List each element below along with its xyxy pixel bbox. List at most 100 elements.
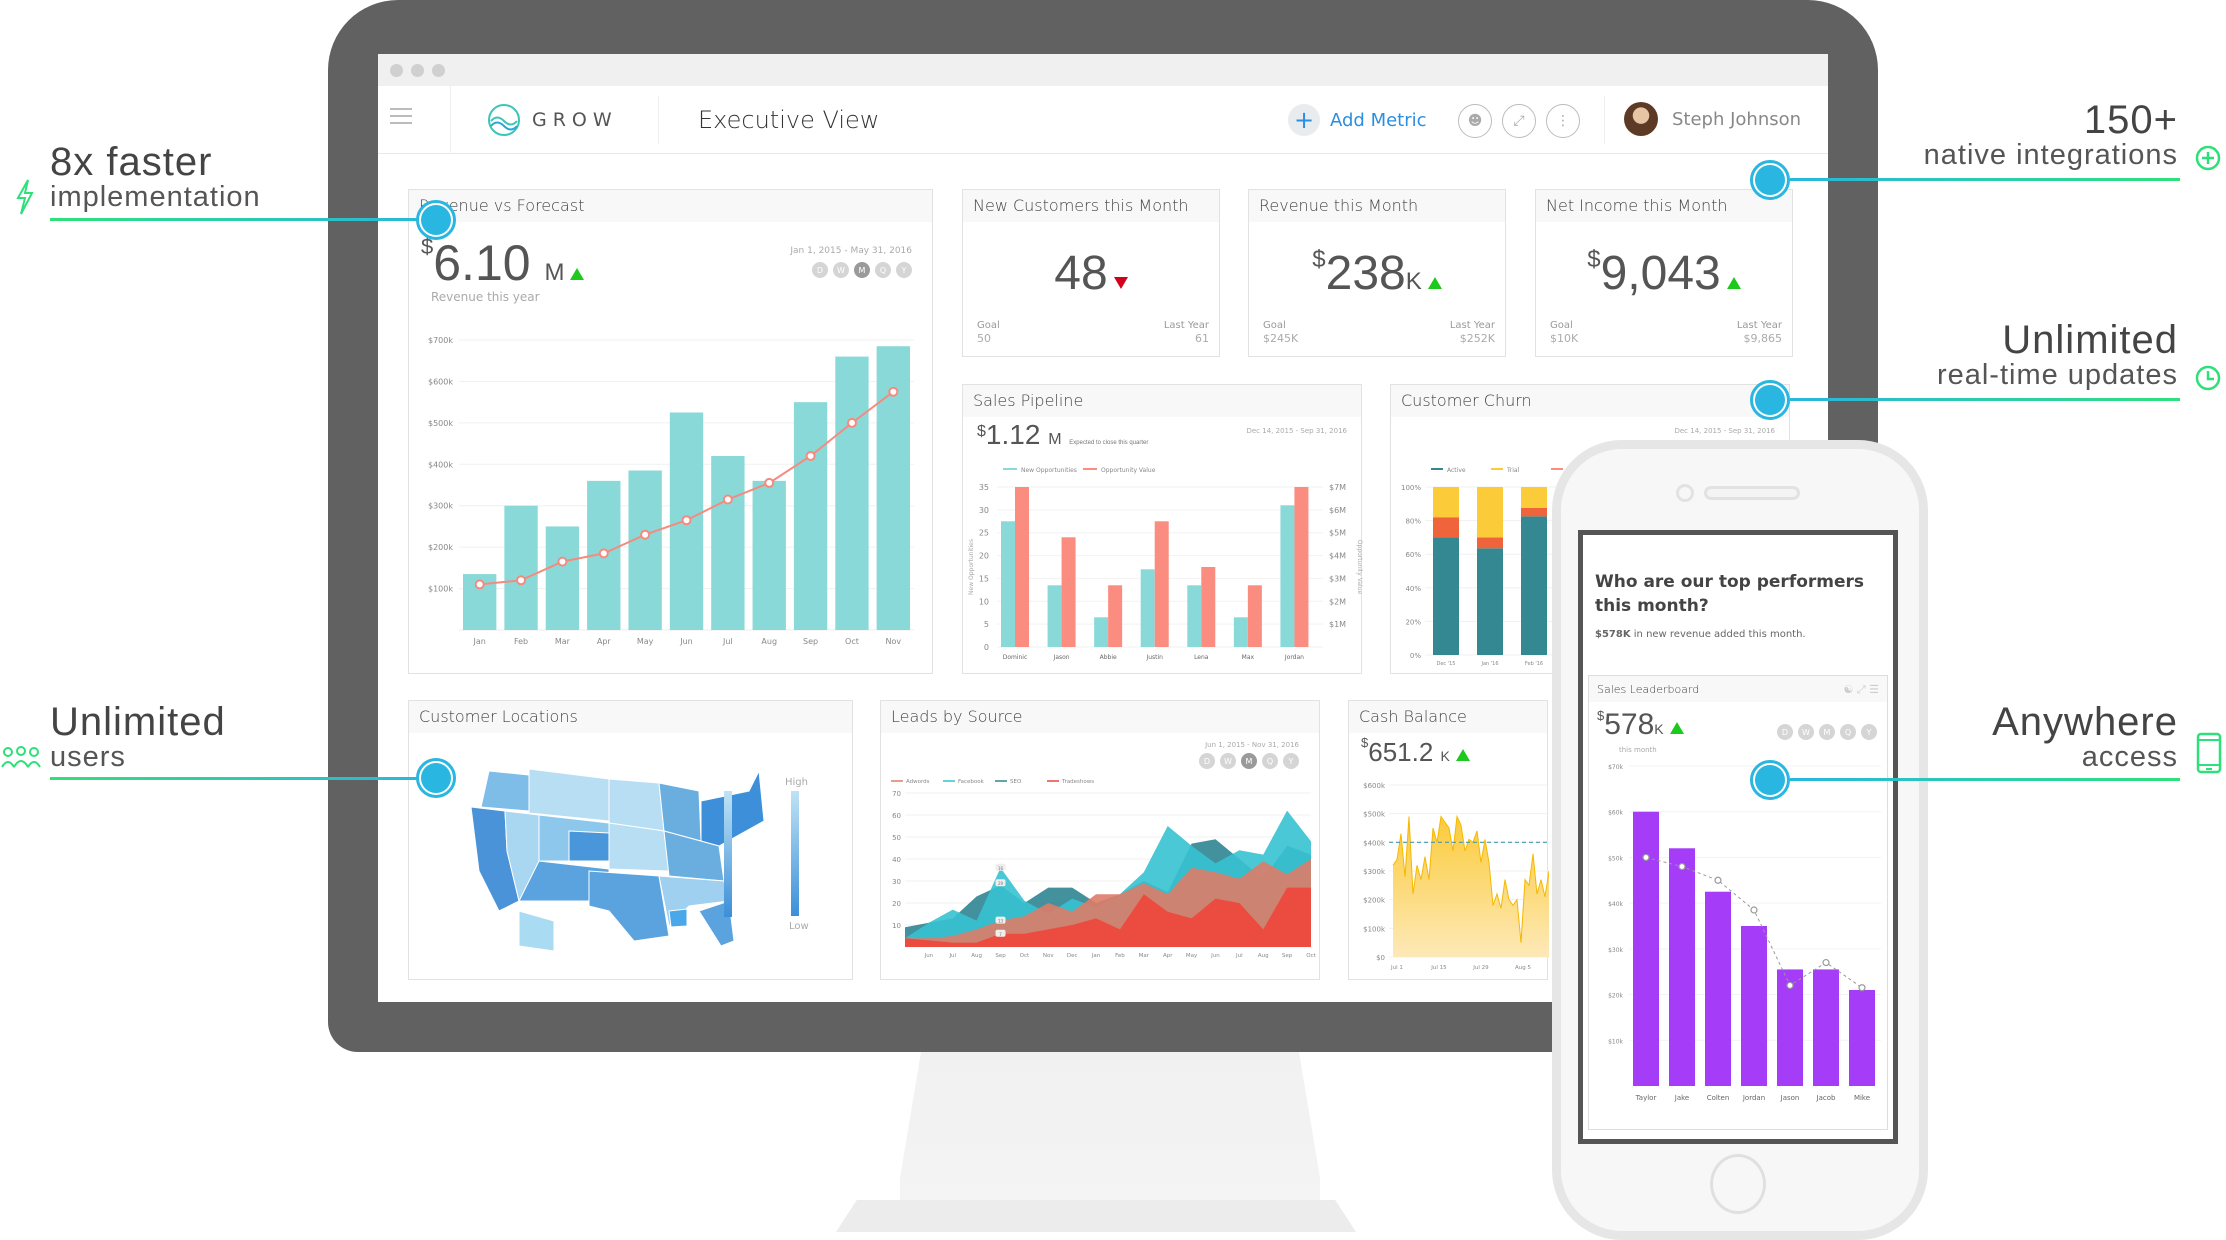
hotspot-mobile[interactable] — [1750, 760, 1790, 800]
grow-logo[interactable]: GROW — [486, 102, 618, 138]
period-q-button[interactable]: Q — [875, 262, 891, 278]
period-w-button[interactable]: W — [1798, 724, 1814, 740]
leaderboard-value: 578 — [1604, 708, 1655, 741]
callout-subtitle: users — [50, 741, 126, 773]
us-choropleth-map[interactable] — [459, 751, 769, 961]
map-legend-bar — [791, 791, 799, 916]
expand-icon[interactable]: ⤢ — [1857, 683, 1866, 696]
tooltip-label: 29 — [998, 881, 1004, 886]
leaderboard-bar — [1849, 990, 1875, 1086]
legend-label: Adwords — [906, 779, 930, 785]
revenue-bar — [504, 505, 538, 630]
more-options-button[interactable]: ⋮ — [1546, 104, 1580, 138]
period-d-button[interactable]: D — [812, 262, 828, 278]
period-m-button[interactable]: M — [1819, 724, 1835, 740]
x-tick-label: Sep — [803, 637, 818, 646]
callout-subtitle: real-time updates — [1936, 359, 2178, 391]
pipeline-chart: New Opportunities Opportunity Value 0 5 10 15… — [968, 467, 1363, 661]
map-state[interactable] — [700, 769, 765, 847]
phone-home-button[interactable] — [1710, 1154, 1766, 1214]
period-q-button[interactable]: Q — [1840, 724, 1856, 740]
grow-logo-icon — [488, 104, 520, 136]
menu-icon[interactable] — [390, 108, 412, 124]
monitor-stand-base — [836, 1200, 1356, 1232]
map-state[interactable] — [480, 770, 530, 812]
share-user-button[interactable]: ☻ — [1458, 104, 1492, 138]
y-tick-label: 50 — [892, 834, 901, 842]
legend-low: Low — [789, 921, 809, 932]
leaderboard-bar — [1633, 811, 1659, 1086]
map-state[interactable] — [588, 870, 670, 942]
period-selector: DWMQY — [1777, 724, 1877, 740]
cash-chart: $0 $100k $200k $300k $400k $500k $600k Jul 1 Jul… — [1363, 782, 1549, 971]
forecast-point — [888, 386, 899, 397]
period-y-button[interactable]: Y — [896, 262, 912, 278]
period-y-button[interactable]: Y — [1861, 724, 1877, 740]
x-tick-label: Oct — [845, 637, 859, 646]
kpi-number: 48 — [1054, 247, 1108, 300]
y-tick-label: $30k — [1608, 947, 1623, 954]
fullscreen-button[interactable]: ⤢ — [1502, 104, 1536, 138]
leaderboard-total: $578K — [1597, 708, 1684, 742]
period-m-button[interactable]: M — [854, 262, 870, 278]
new-opportunities-bar — [1280, 505, 1295, 647]
forecast-point — [764, 477, 775, 488]
leaderboard-caption: this month — [1619, 746, 1657, 754]
callout-title: Unlimited — [2002, 318, 2178, 362]
hotspot-locations[interactable] — [416, 758, 456, 798]
y-tick-label: $300k — [428, 502, 453, 511]
period-d-button[interactable]: D — [1777, 724, 1793, 740]
page-title: Executive View — [698, 106, 880, 134]
y-tick-label: $200k — [428, 543, 453, 552]
forecast-point — [846, 417, 857, 428]
window-maximize-dot[interactable] — [432, 63, 445, 77]
map-state[interactable] — [528, 768, 610, 822]
callout-connector — [1790, 398, 2180, 401]
user-menu[interactable]: Steph Johnson — [1624, 102, 1801, 136]
y-tick-label: $500k — [1363, 811, 1386, 819]
revenue-bar — [545, 526, 580, 630]
callout-subtitle: implementation — [50, 181, 261, 213]
customer-locations-card: Customer Locations High Low — [408, 700, 853, 980]
phone-sub-text: in new revenue added this month. — [1630, 628, 1806, 640]
card-title: Sales Pipeline — [963, 385, 1361, 417]
period-w-button[interactable]: W — [833, 262, 849, 278]
revenue-bar — [835, 356, 869, 630]
window-minimize-dot[interactable] — [411, 63, 424, 77]
legend-label: SEO — [1010, 779, 1022, 785]
comment-icon[interactable]: ☯ — [1843, 683, 1853, 696]
callout-integrations: 150+ native integrations — [1924, 98, 2178, 172]
forecast-point — [474, 579, 485, 590]
revenue-bar — [711, 456, 745, 630]
menu-icon[interactable]: ☰ — [1869, 683, 1879, 696]
y-tick-label: 30 — [892, 878, 901, 886]
map-state[interactable] — [518, 910, 555, 952]
x-tick-label: Lena — [1194, 654, 1209, 661]
x-tick-label: Taylor — [1635, 1094, 1657, 1102]
x-tick-label: Jul 29 — [1472, 965, 1489, 971]
target-point — [1714, 876, 1722, 884]
callout-subtitle: native integrations — [1923, 139, 2178, 171]
map-state[interactable] — [608, 778, 665, 832]
y-tick-label: 70 — [892, 790, 901, 798]
map-state[interactable] — [568, 830, 610, 862]
x-tick-label: Max — [1242, 654, 1255, 661]
x-tick-label: Colten — [1707, 1094, 1730, 1102]
hotspot-integrations[interactable] — [1750, 160, 1790, 200]
add-metric-button[interactable]: + Add Metric — [1288, 104, 1427, 136]
hotspot-revenue[interactable] — [416, 200, 456, 240]
y-tick-label: 20% — [1405, 618, 1421, 626]
window-close-dot[interactable] — [390, 63, 403, 77]
y-tick-label: 25 — [979, 529, 989, 538]
add-user-icon: ☻ — [1467, 113, 1483, 129]
callout-subtitle: access — [2081, 741, 2178, 773]
map-state[interactable] — [668, 908, 688, 928]
goal-label: Goal — [1263, 319, 1286, 331]
callout-unlimited-users: Unlimited users — [50, 700, 226, 774]
kpi-number: 9,043 — [1600, 247, 1721, 300]
map-state[interactable] — [608, 822, 670, 872]
app-header: GROW Executive View + Add Metric ☻ ⤢ ⋮ S… — [378, 86, 1828, 154]
pipeline-unit: M — [1048, 431, 1062, 448]
kpi-goal: Goal $245K — [1263, 319, 1298, 346]
hotspot-churn[interactable] — [1750, 380, 1790, 420]
